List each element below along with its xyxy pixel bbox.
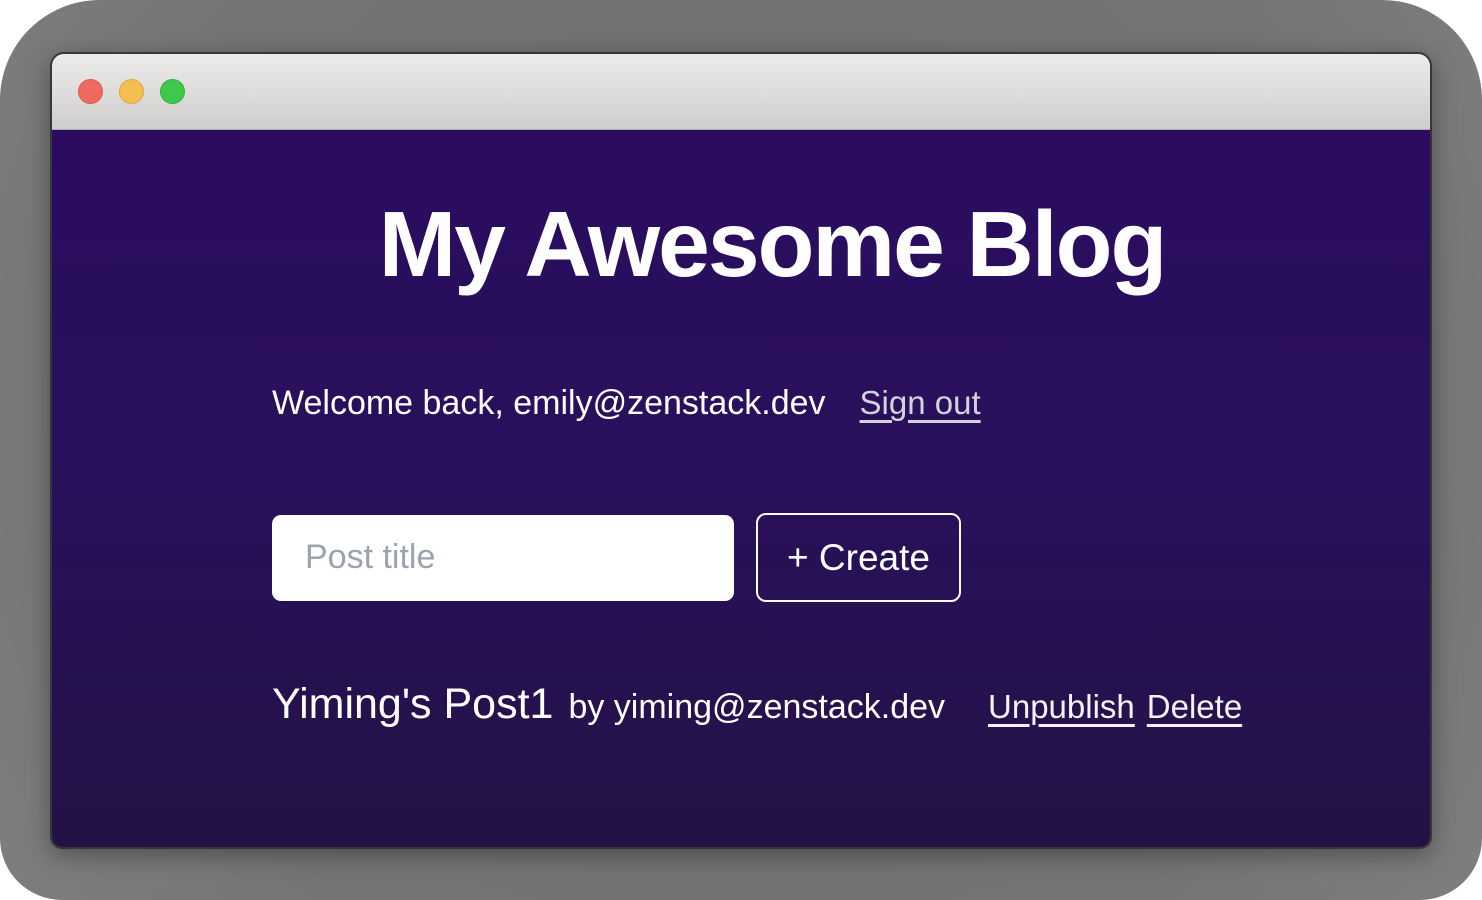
welcome-text: Welcome back, emily@zenstack.dev	[272, 384, 826, 423]
post-author: by yiming@zenstack.dev	[568, 688, 945, 727]
window-shadow-frame: My Awesome Blog Welcome back, emily@zens…	[0, 0, 1482, 900]
delete-post-link[interactable]: Delete	[1147, 688, 1242, 726]
window-titlebar[interactable]	[52, 54, 1430, 130]
unpublish-post-link[interactable]: Unpublish	[988, 688, 1135, 726]
post-title-input[interactable]	[272, 515, 734, 601]
page-container: My Awesome Blog Welcome back, emily@zens…	[272, 130, 1272, 729]
close-window-button[interactable]	[78, 79, 103, 104]
page-title: My Awesome Blog	[272, 130, 1272, 296]
post-list-item: Yiming's Post1 by yiming@zenstack.dev Un…	[272, 680, 1272, 729]
create-post-button[interactable]: + Create	[756, 513, 961, 602]
create-post-form: + Create	[272, 513, 1272, 602]
minimize-window-button[interactable]	[119, 79, 144, 104]
post-title: Yiming's Post1	[272, 680, 553, 729]
user-bar: Welcome back, emily@zenstack.dev Sign ou…	[272, 384, 1272, 423]
app-window: My Awesome Blog Welcome back, emily@zens…	[50, 52, 1432, 849]
zoom-window-button[interactable]	[160, 79, 185, 104]
sign-out-link[interactable]: Sign out	[860, 384, 981, 422]
blog-page: My Awesome Blog Welcome back, emily@zens…	[52, 130, 1430, 849]
